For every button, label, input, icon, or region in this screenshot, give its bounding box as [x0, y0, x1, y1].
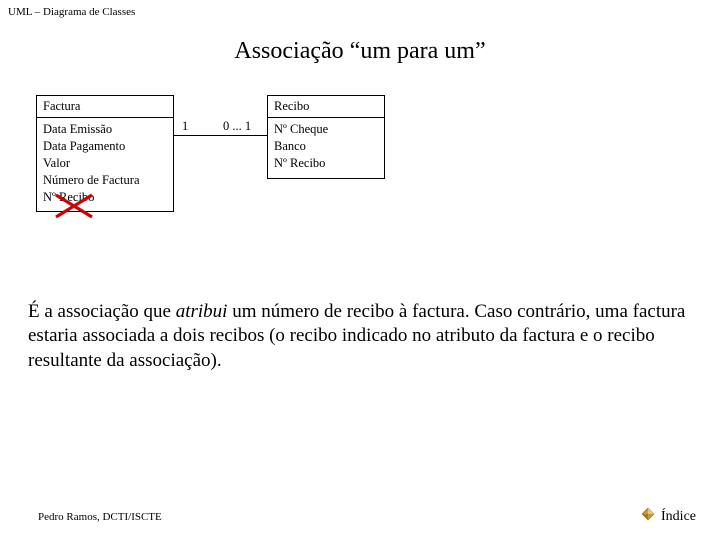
attr: Banco [274, 138, 378, 155]
explanation-paragraph: É a associação que atribui um número de … [28, 300, 692, 373]
attr: Valor [43, 155, 167, 172]
attr: Nº Recibo [43, 189, 167, 206]
association-line [174, 135, 267, 136]
class-factura-attrs: Data Emissão Data Pagamento Valor Número… [37, 118, 173, 211]
multiplicity-left: 1 [182, 119, 188, 134]
attr: Nº Recibo [274, 155, 378, 172]
footer-index-label: Índice [661, 509, 696, 525]
attr: Número de Factura [43, 172, 167, 189]
uml-diagram: Factura Data Emissão Data Pagamento Valo… [36, 95, 720, 255]
attr: Nº Cheque [274, 121, 378, 138]
footer-author: Pedro Ramos, DCTI/ISCTE [38, 511, 162, 523]
attr: Data Emissão [43, 121, 167, 138]
class-recibo-attrs: Nº Cheque Banco Nº Recibo [268, 118, 384, 178]
page-header: UML – Diagrama de Classes [0, 0, 720, 20]
multiplicity-right: 0 ... 1 [223, 119, 251, 134]
class-factura-name: Factura [37, 96, 173, 118]
text: É a associação que [28, 301, 176, 322]
class-factura: Factura Data Emissão Data Pagamento Valo… [36, 95, 174, 212]
footer: Pedro Ramos, DCTI/ISCTE Índice [0, 507, 720, 526]
slide-title: Associação “um para um” [0, 38, 720, 65]
class-recibo-name: Recibo [268, 96, 384, 118]
diamond-bullet-icon [641, 507, 655, 526]
class-recibo: Recibo Nº Cheque Banco Nº Recibo [267, 95, 385, 179]
footer-index-link[interactable]: Índice [641, 507, 696, 526]
text-emph: atribui [176, 301, 228, 322]
attr: Data Pagamento [43, 138, 167, 155]
